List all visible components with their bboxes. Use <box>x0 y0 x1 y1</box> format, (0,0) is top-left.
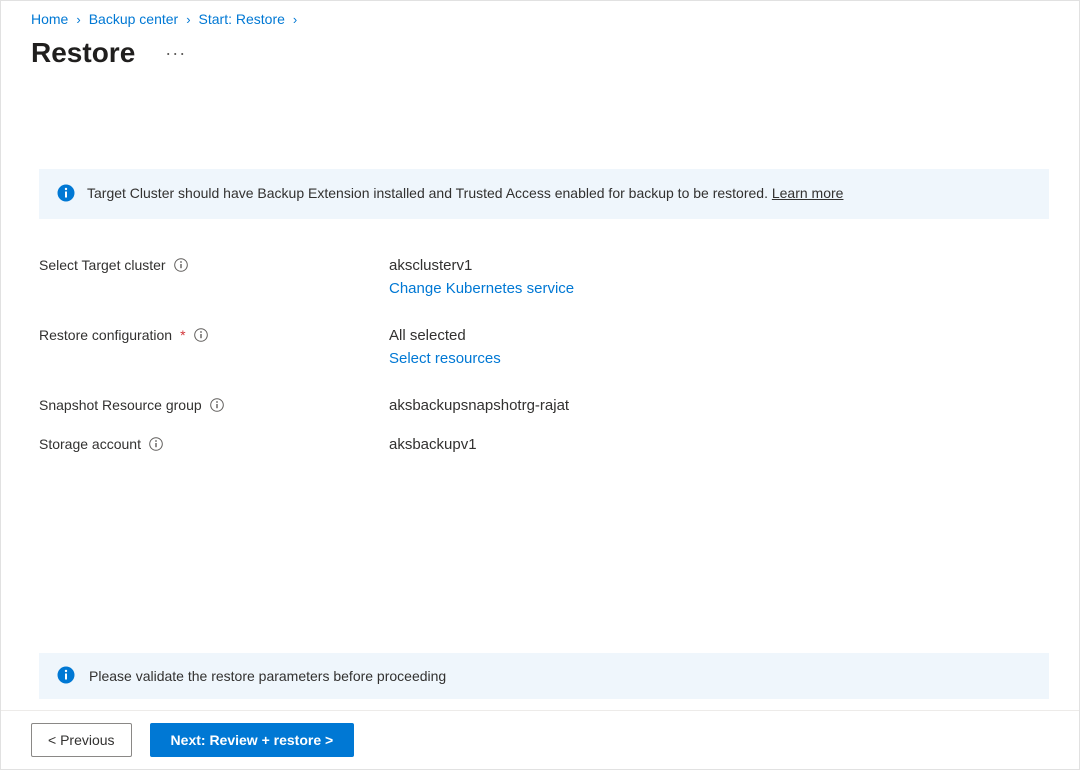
target-cluster-label: Select Target cluster <box>39 257 166 273</box>
footer: < Previous Next: Review + restore > <box>1 710 1079 769</box>
info-banner: Target Cluster should have Backup Extens… <box>39 169 1049 219</box>
more-actions-button[interactable]: ··· <box>165 48 186 58</box>
previous-button[interactable]: < Previous <box>31 723 132 757</box>
target-cluster-value: aksclusterv1 <box>389 257 574 274</box>
breadcrumb-start-restore[interactable]: Start: Restore <box>199 11 285 27</box>
info-banner-text: Target Cluster should have Backup Extens… <box>87 185 768 201</box>
page-title: Restore <box>31 37 135 69</box>
snapshot-resource-group-value: aksbackupsnapshotrg-rajat <box>389 397 569 414</box>
snapshot-resource-group-label: Snapshot Resource group <box>39 397 202 413</box>
info-icon <box>57 666 75 687</box>
learn-more-link[interactable]: Learn more <box>772 185 844 201</box>
info-icon[interactable] <box>210 398 224 412</box>
chevron-right-icon: › <box>76 12 80 27</box>
info-icon[interactable] <box>194 328 208 342</box>
required-indicator: * <box>180 327 185 343</box>
validate-banner: Please validate the restore parameters b… <box>39 653 1049 699</box>
restore-configuration-label: Restore configuration <box>39 327 172 343</box>
change-kubernetes-service-link[interactable]: Change Kubernetes service <box>389 280 574 297</box>
select-resources-link[interactable]: Select resources <box>389 350 501 367</box>
storage-account-value: aksbackupv1 <box>389 436 477 453</box>
info-icon <box>57 184 75 205</box>
chevron-right-icon: › <box>186 12 190 27</box>
info-icon[interactable] <box>174 258 188 272</box>
breadcrumb-home[interactable]: Home <box>31 11 68 27</box>
chevron-right-icon: › <box>293 12 297 27</box>
breadcrumb: Home › Backup center › Start: Restore › <box>1 1 1079 33</box>
breadcrumb-backup-center[interactable]: Backup center <box>89 11 179 27</box>
restore-configuration-value: All selected <box>389 327 501 344</box>
info-icon[interactable] <box>149 437 163 451</box>
storage-account-label: Storage account <box>39 436 141 452</box>
validate-banner-text: Please validate the restore parameters b… <box>89 666 446 686</box>
next-review-restore-button[interactable]: Next: Review + restore > <box>150 723 355 757</box>
